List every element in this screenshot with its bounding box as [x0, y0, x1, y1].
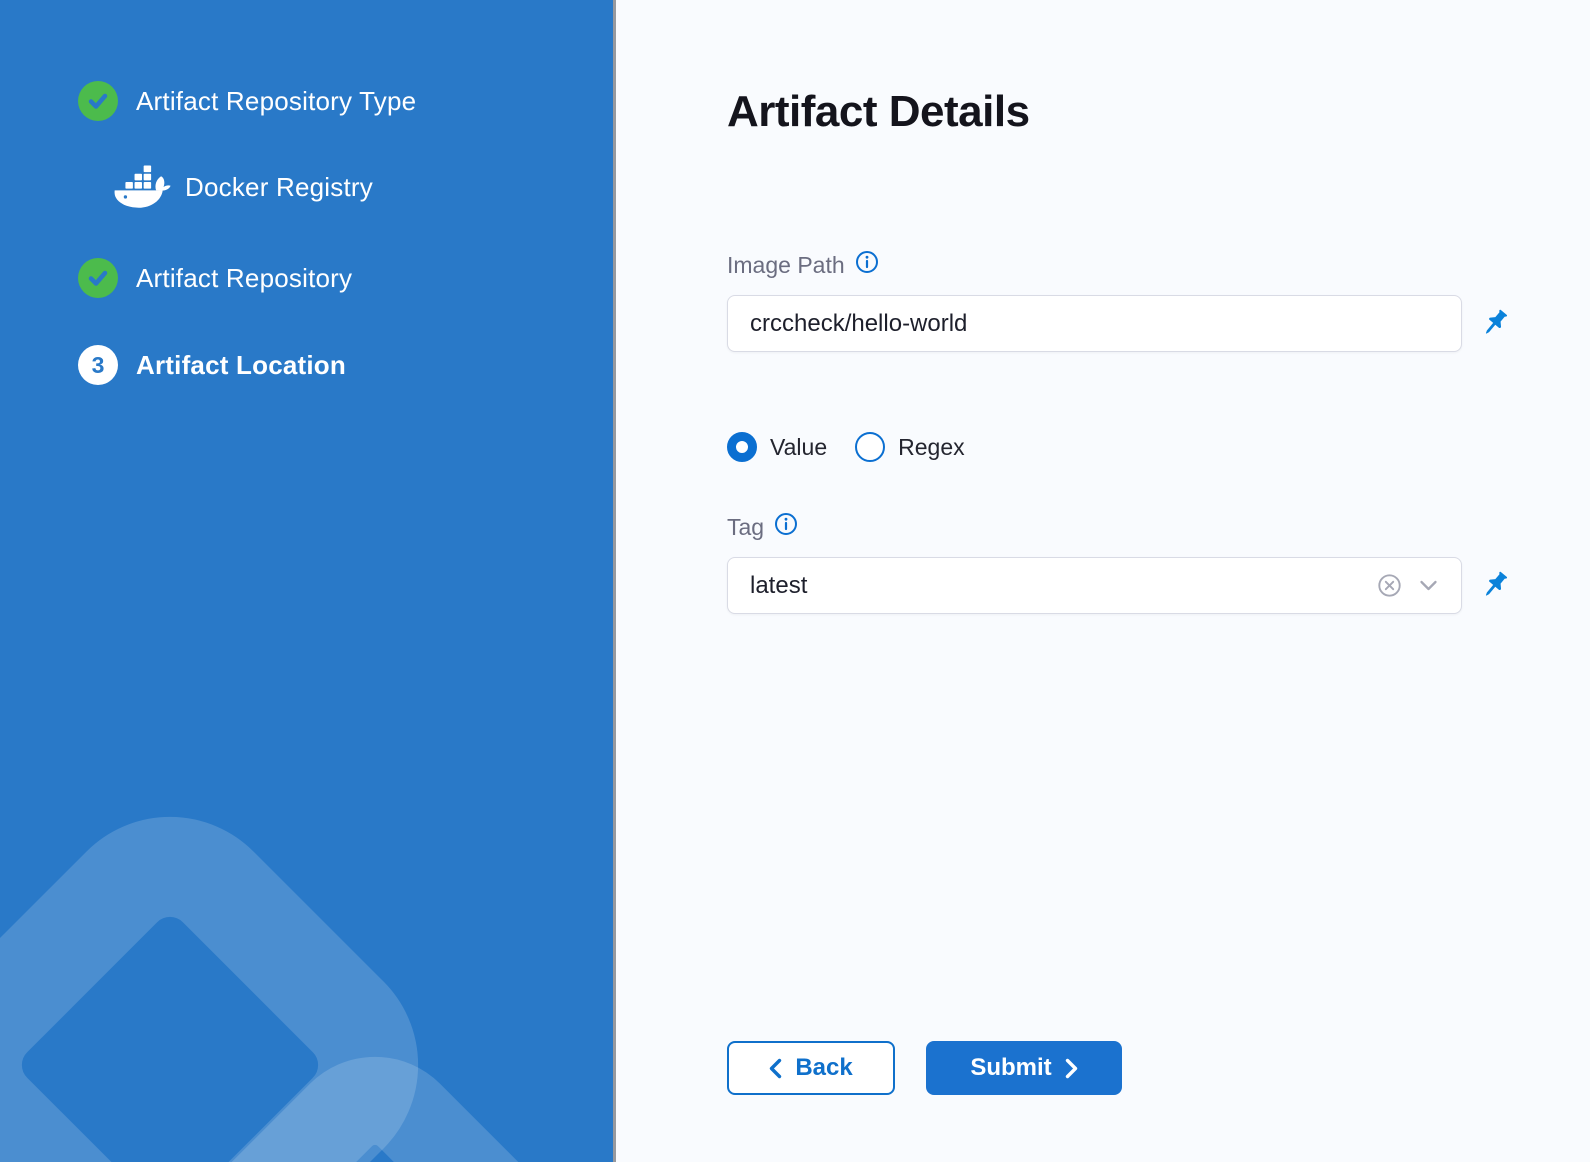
radio-selected-icon	[727, 432, 757, 462]
step-artifact-repository[interactable]: Artifact Repository	[78, 258, 613, 298]
pin-icon[interactable]	[1478, 307, 1511, 340]
back-button-label: Back	[795, 1054, 852, 1082]
wizard-steps: Artifact Repository Type	[0, 0, 613, 385]
radio-regex-label: Regex	[898, 434, 964, 461]
submit-button[interactable]: Submit	[926, 1041, 1122, 1095]
page-title: Artifact Details	[727, 86, 1590, 138]
back-button[interactable]: Back	[727, 1041, 895, 1095]
step-label: Artifact Repository Type	[136, 86, 416, 117]
chevron-down-icon[interactable]	[1419, 579, 1438, 592]
wizard-sidebar: Artifact Repository Type	[0, 0, 613, 1162]
substep-label: Docker Registry	[185, 172, 373, 203]
image-path-input[interactable]	[727, 295, 1462, 352]
radio-unselected-icon	[855, 432, 885, 462]
docker-whale-icon	[113, 164, 171, 210]
chevron-right-icon	[1065, 1058, 1078, 1079]
match-type-radio-group: Value Regex	[727, 432, 1590, 462]
tag-label: Tag	[727, 512, 1590, 542]
image-path-label-text: Image Path	[727, 252, 845, 279]
step-artifact-repository-type[interactable]: Artifact Repository Type	[78, 81, 613, 121]
step-label: Artifact Location	[136, 350, 346, 381]
radio-value-label: Value	[770, 434, 827, 461]
tag-input[interactable]	[727, 557, 1462, 614]
image-path-label: Image Path	[727, 250, 1590, 280]
step-artifact-location[interactable]: 3 Artifact Location	[78, 345, 613, 385]
submit-button-label: Submit	[970, 1054, 1051, 1082]
info-icon[interactable]	[855, 250, 879, 280]
substep-docker-registry[interactable]: Docker Registry	[113, 167, 613, 207]
step-complete-check-icon	[78, 258, 118, 298]
clear-icon[interactable]	[1376, 572, 1403, 599]
info-icon[interactable]	[774, 512, 798, 542]
radio-regex[interactable]: Regex	[855, 432, 964, 462]
pin-icon[interactable]	[1478, 569, 1511, 602]
artifact-details-panel: Artifact Details Image Path Value	[616, 0, 1590, 1162]
step-number-badge: 3	[78, 345, 118, 385]
wizard-footer: Back Submit	[727, 1041, 1122, 1095]
step-label: Artifact Repository	[136, 263, 352, 294]
step-complete-check-icon	[78, 81, 118, 121]
tag-label-text: Tag	[727, 514, 764, 541]
chevron-left-icon	[769, 1058, 782, 1079]
radio-value[interactable]: Value	[727, 432, 827, 462]
